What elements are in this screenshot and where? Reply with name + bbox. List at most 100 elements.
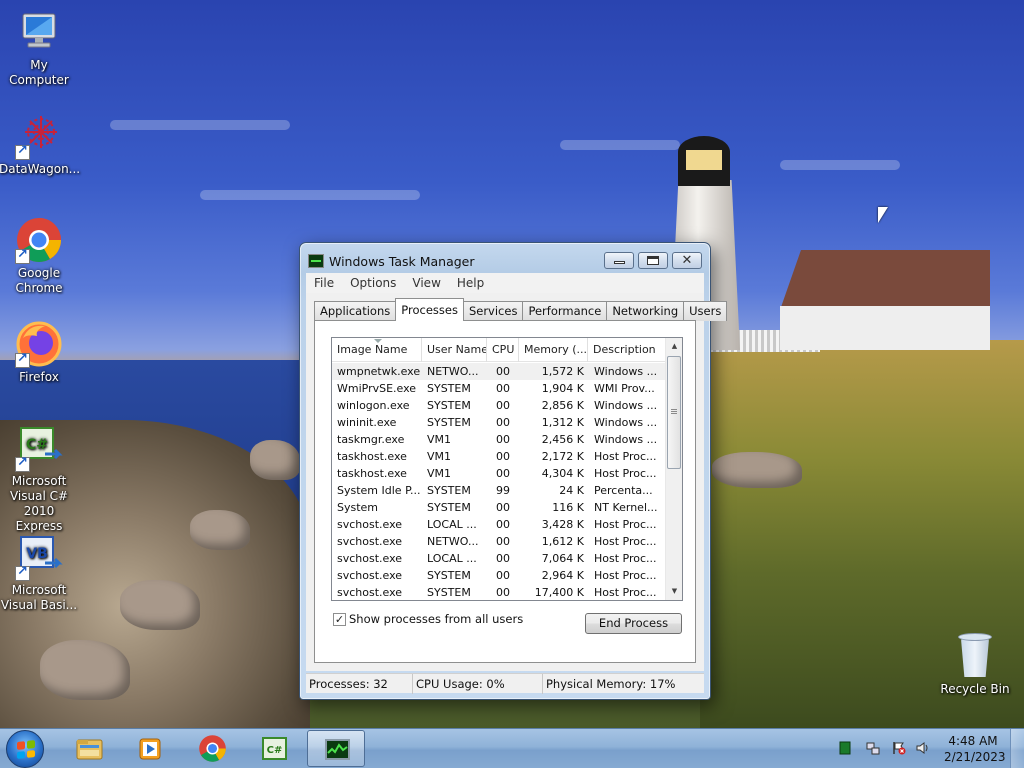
process-name-cell: wmpnetwk.exe (337, 365, 421, 378)
table-row[interactable]: winlogon.exe SYSTEM 00 2,856 K Windows ... (332, 397, 667, 414)
process-user-cell: VM1 (427, 450, 452, 463)
scroll-up-icon[interactable]: ▲ (666, 338, 682, 355)
table-row[interactable]: svchost.exe SYSTEM 00 2,964 K Host Proc... (332, 567, 667, 584)
table-row[interactable]: WmiPrvSE.exe SYSTEM 00 1,904 K WMI Prov... (332, 380, 667, 397)
tab-applications[interactable]: Applications (314, 301, 397, 321)
menu-options[interactable]: Options (342, 276, 404, 290)
desktop-icon-datawagon[interactable]: DataWagon... (0, 112, 80, 177)
column-cpu[interactable]: CPU (487, 338, 519, 362)
desktop-icon-my-computer[interactable]: My Computer (0, 8, 79, 88)
taskbar-media-player[interactable] (121, 730, 179, 767)
task-manager-window[interactable]: Windows Task Manager ✕ File Options View… (299, 242, 728, 700)
process-name-cell: svchost.exe (337, 569, 403, 582)
process-list[interactable]: Image Name User Name CPU Memory (... Des… (331, 337, 683, 601)
process-cpu-cell: 99 (496, 484, 510, 497)
system-clock[interactable]: 4:48 AM 2/21/2023 (944, 733, 1006, 765)
process-user-cell: SYSTEM (427, 586, 471, 599)
my-computer-icon (15, 8, 63, 56)
recycle-bin-label[interactable]: Recycle Bin (935, 682, 1015, 697)
end-process-button[interactable]: End Process (585, 613, 682, 634)
table-row[interactable]: taskhost.exe VM1 00 2,172 K Host Proc... (332, 448, 667, 465)
maximize-button[interactable] (638, 252, 668, 269)
show-all-processes[interactable]: ✓ Show processes from all users (333, 612, 523, 626)
column-description[interactable]: Description (588, 338, 667, 362)
svg-text:VB: VB (26, 546, 48, 562)
table-row[interactable]: taskmgr.exe VM1 00 2,456 K Windows ... (332, 431, 667, 448)
table-row[interactable]: svchost.exe LOCAL ... 00 7,064 K Host Proc..… (332, 550, 667, 567)
minimize-button[interactable] (604, 252, 634, 269)
desktop-icon-firefox[interactable]: Firefox (0, 320, 79, 385)
show-all-processes-label: Show processes from all users (349, 612, 524, 626)
clock-time: 4:48 AM (948, 734, 998, 748)
process-name-cell: taskmgr.exe (337, 433, 405, 446)
taskbar-visual-csharp[interactable]: C# (245, 730, 303, 767)
close-button[interactable]: ✕ (672, 252, 702, 269)
recycle-bin-icon[interactable] (958, 633, 992, 677)
process-memory-cell: 2,964 K (541, 569, 584, 582)
process-cpu-cell: 00 (496, 552, 510, 565)
table-row[interactable]: svchost.exe SYSTEM 00 17,400 K Host Proc... (332, 584, 667, 600)
process-name-cell: svchost.exe (337, 586, 403, 599)
process-memory-cell: 2,856 K (541, 399, 584, 412)
table-row[interactable]: System Idle P... SYSTEM 99 24 K Percenta... (332, 482, 667, 499)
process-name-cell: svchost.exe (337, 552, 403, 565)
process-description-cell: Windows ... (594, 365, 658, 378)
tab-users[interactable]: Users (683, 301, 728, 321)
process-cpu-cell: 00 (496, 518, 510, 531)
wallpaper-house (780, 240, 990, 350)
process-list-scrollbar[interactable]: ▲ ▼ (665, 338, 682, 600)
tray-app-icon[interactable] (838, 741, 852, 755)
task-manager-icon (308, 254, 324, 268)
process-name-cell: wininit.exe (337, 416, 397, 429)
process-name-cell: taskhost.exe (337, 450, 407, 463)
visual-basic-icon: VB (15, 533, 63, 581)
process-description-cell: Host Proc... (594, 552, 657, 565)
table-row[interactable]: wininit.exe SYSTEM 00 1,312 K Windows ... (332, 414, 667, 431)
desktop-icon-label: Firefox (19, 370, 59, 384)
taskbar-explorer[interactable] (60, 730, 118, 767)
start-button[interactable] (6, 730, 44, 768)
desktop-icon-label: My Computer (9, 58, 69, 87)
desktop-icon-visual-basic[interactable]: VB Microsoft Visual Basi... (0, 533, 79, 613)
column-user-name[interactable]: User Name (422, 338, 487, 362)
process-cpu-cell: 00 (496, 416, 510, 429)
column-image-name[interactable]: Image Name (332, 338, 422, 362)
desktop-icon-google-chrome[interactable]: Google Chrome (0, 216, 79, 296)
table-row[interactable]: svchost.exe NETWO... 00 1,612 K Host Proc... (332, 533, 667, 550)
title-bar[interactable]: Windows Task Manager (308, 252, 475, 270)
menu-help[interactable]: Help (449, 276, 492, 290)
column-memory[interactable]: Memory (... (519, 338, 588, 362)
desktop-icon-label: Microsoft Visual C# 2010 Express (9, 474, 69, 533)
show-all-processes-checkbox[interactable]: ✓ (333, 612, 346, 626)
tab-services[interactable]: Services (462, 301, 524, 321)
wallpaper-rock (120, 580, 200, 630)
scroll-down-icon[interactable]: ▼ (666, 583, 682, 600)
table-row[interactable]: svchost.exe LOCAL ... 00 3,428 K Host Proc..… (332, 516, 667, 533)
desktop-icon-visual-csharp[interactable]: C# Microsoft Visual C# 2010 Express (0, 424, 79, 534)
menu-file[interactable]: File (306, 276, 342, 290)
process-description-cell: Windows ... (594, 433, 658, 446)
visual-csharp-icon: C# (262, 737, 287, 760)
table-row[interactable]: taskhost.exe VM1 00 4,304 K Host Proc... (332, 465, 667, 482)
tab-processes[interactable]: Processes (395, 298, 464, 321)
action-center-flag-icon[interactable] (892, 741, 906, 755)
table-row[interactable]: wmpnetwk.exe NETWO... 00 1,572 K Windows ... (332, 363, 667, 380)
tab-networking[interactable]: Networking (606, 301, 685, 321)
menu-view[interactable]: View (404, 276, 448, 290)
firefox-icon (15, 320, 63, 368)
show-desktop-button[interactable] (1010, 729, 1024, 768)
process-user-cell: SYSTEM (427, 484, 471, 497)
volume-icon[interactable] (916, 741, 930, 755)
process-memory-cell: 17,400 K (534, 586, 584, 599)
network-icon[interactable] (866, 741, 880, 755)
wallpaper-rock (190, 510, 250, 550)
process-description-cell: Host Proc... (594, 569, 657, 582)
taskbar-chrome[interactable] (183, 730, 241, 767)
scrollbar-thumb[interactable] (667, 356, 681, 469)
taskbar-task-manager[interactable] (307, 730, 365, 767)
tab-performance[interactable]: Performance (522, 301, 608, 321)
status-processes: Processes: 32 (306, 674, 413, 694)
table-row[interactable]: System SYSTEM 00 116 K NT Kernel... (332, 499, 667, 516)
process-memory-cell: 3,428 K (541, 518, 584, 531)
minimize-icon (613, 261, 625, 264)
